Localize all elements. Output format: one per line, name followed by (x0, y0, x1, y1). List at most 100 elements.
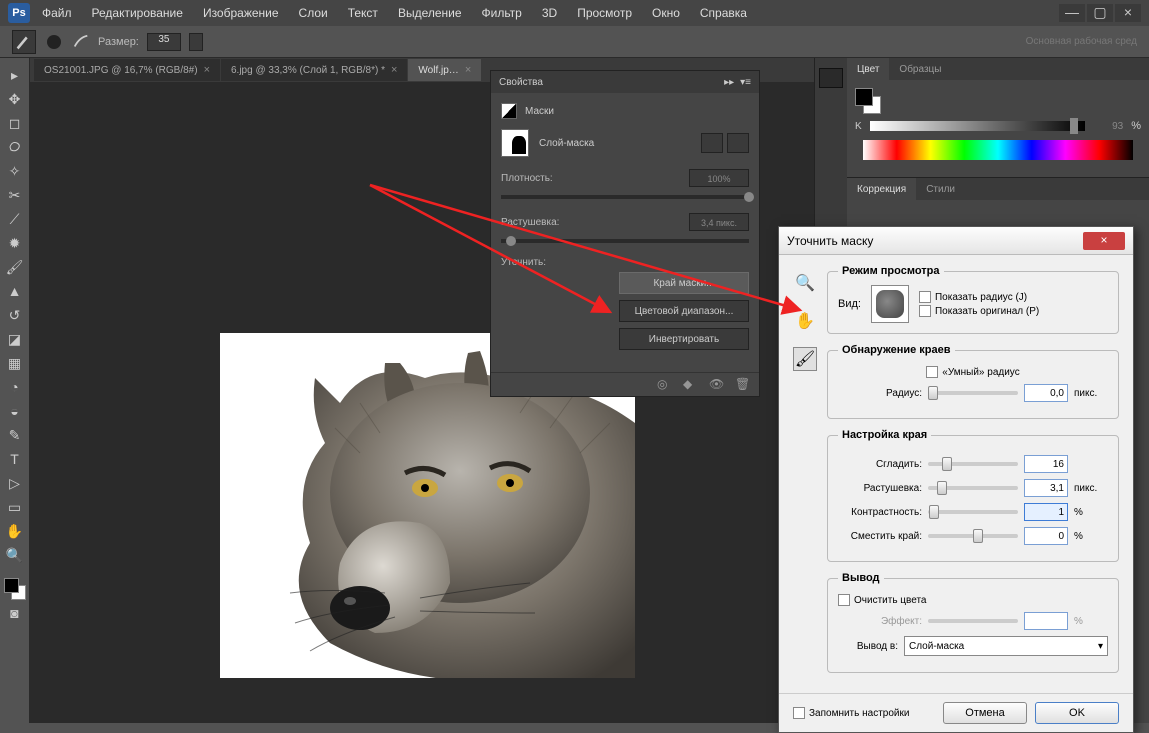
panel-menu-icon[interactable]: ▾≡ (740, 77, 751, 88)
view-thumbnail[interactable] (871, 285, 909, 323)
menu-3d[interactable]: 3D (534, 2, 565, 24)
smooth-input[interactable] (1024, 455, 1068, 473)
dock-mini-btn-1[interactable] (819, 68, 843, 88)
doc-tab-3[interactable]: Wolf.jp…× (408, 59, 481, 81)
brush-tool[interactable]: 🖌 (3, 256, 27, 278)
shape-tool[interactable]: ▭ (3, 496, 27, 518)
menu-filter[interactable]: Фильтр (474, 2, 530, 24)
radius-input[interactable] (1024, 384, 1068, 402)
stamp-tool[interactable]: ▲ (3, 280, 27, 302)
marquee-tool[interactable]: ◻ (3, 112, 27, 134)
pixel-mask-button[interactable] (701, 133, 723, 153)
refine-brush-tool[interactable]: 🖌 (793, 347, 817, 371)
brush-preview-icon[interactable] (44, 32, 64, 52)
show-radius-checkbox[interactable] (919, 291, 931, 303)
maximize-button[interactable]: ▢ (1087, 4, 1113, 22)
dodge-tool[interactable]: ◒ (3, 400, 27, 422)
contrast-slider[interactable] (928, 510, 1018, 514)
eyedropper-tool[interactable]: ⟋ (3, 208, 27, 230)
vector-mask-button[interactable] (727, 133, 749, 153)
close-button[interactable]: × (1115, 4, 1141, 22)
tool-preset-picker[interactable] (12, 30, 36, 54)
history-brush-tool[interactable]: ↺ (3, 304, 27, 326)
mask-edge-button[interactable]: Край маски... (619, 272, 749, 294)
menu-select[interactable]: Выделение (390, 2, 470, 24)
menu-help[interactable]: Справка (692, 2, 755, 24)
density-value[interactable]: 100% (689, 169, 749, 187)
select-mask-icon[interactable]: ◎ (657, 377, 673, 393)
density-slider[interactable] (501, 195, 749, 199)
menu-window[interactable]: Окно (644, 2, 688, 24)
color-swatch-pair[interactable] (855, 88, 881, 114)
mask-thumbnail[interactable] (501, 129, 529, 157)
minimize-button[interactable]: — (1059, 4, 1085, 22)
crop-tool[interactable]: ✂ (3, 184, 27, 206)
zoom-tool[interactable]: 🔍 (3, 544, 27, 566)
size-dropdown-arrow[interactable] (189, 33, 203, 51)
contrast-input[interactable] (1024, 503, 1068, 521)
menu-layers[interactable]: Слои (291, 2, 336, 24)
lasso-tool[interactable] (3, 136, 27, 158)
menu-image[interactable]: Изображение (195, 2, 287, 24)
show-original-checkbox[interactable] (919, 305, 931, 317)
decontaminate-checkbox[interactable] (838, 594, 850, 606)
gradient-tool[interactable]: ▦ (3, 352, 27, 374)
fg-color-swatch[interactable] (4, 578, 19, 593)
feather-input2[interactable] (1024, 479, 1068, 497)
color-tab[interactable]: Цвет (847, 58, 889, 80)
apply-mask-icon[interactable]: ◆ (683, 377, 699, 393)
shift-input[interactable] (1024, 527, 1068, 545)
ok-button[interactable]: OK (1035, 702, 1119, 724)
pen-tool[interactable]: ✎ (3, 424, 27, 446)
styles-tab[interactable]: Стили (916, 178, 965, 200)
magic-wand-tool[interactable]: ✧ (3, 160, 27, 182)
color-range-button[interactable]: Цветовой диапазон... (619, 300, 749, 322)
menu-view[interactable]: Просмотр (569, 2, 640, 24)
menu-file[interactable]: Файл (34, 2, 80, 24)
delete-mask-icon[interactable]: 🗑 (735, 377, 751, 393)
k-slider-thumb[interactable] (1070, 118, 1078, 134)
type-tool[interactable]: T (3, 448, 27, 470)
blur-tool[interactable]: ◔ (3, 376, 27, 398)
feather-value[interactable]: 3,4 пикс. (689, 213, 749, 231)
k-value[interactable]: 93 (1093, 121, 1123, 132)
toggle-mask-icon[interactable]: 👁 (709, 377, 725, 393)
feather-slider2[interactable] (928, 486, 1018, 490)
remember-checkbox[interactable] (793, 707, 805, 719)
spectrum-bar[interactable] (863, 140, 1133, 160)
k-slider[interactable] (870, 121, 1086, 131)
zoom-tool-dialog[interactable]: 🔍 (793, 271, 817, 295)
tab-close-icon[interactable]: × (204, 64, 210, 76)
swatches-tab[interactable]: Образцы (889, 58, 951, 80)
menu-edit[interactable]: Редактирование (84, 2, 191, 24)
eraser-tool[interactable]: ◪ (3, 328, 27, 350)
doc-tab-1[interactable]: OS21001.JPG @ 16,7% (RGB/8#)× (34, 59, 220, 81)
dialog-titlebar[interactable]: Уточнить маску × (779, 227, 1133, 255)
cancel-button[interactable]: Отмена (943, 702, 1027, 724)
healing-brush-tool[interactable]: ✹ (3, 232, 27, 254)
feather-slider[interactable] (501, 239, 749, 243)
quick-mask-icon[interactable]: ◙ (3, 602, 27, 624)
tab-close-icon[interactable]: × (391, 64, 397, 76)
correction-tab[interactable]: Коррекция (847, 178, 916, 200)
size-input[interactable]: 35 (147, 33, 181, 51)
shift-slider[interactable] (928, 534, 1018, 538)
move-tool[interactable]: ✥ (3, 88, 27, 110)
tab-close-icon[interactable]: × (465, 64, 471, 76)
menu-text[interactable]: Текст (340, 2, 386, 24)
radius-slider[interactable] (928, 391, 1018, 395)
path-select-tool[interactable]: ▷ (3, 472, 27, 494)
expand-icon[interactable]: ▸ (3, 64, 27, 86)
hand-tool-dialog[interactable]: ✋ (793, 309, 817, 333)
output-select[interactable]: Слой-маска ▾ (904, 636, 1108, 656)
fg-bg-color-swatches[interactable] (4, 578, 26, 600)
doc-tab-2[interactable]: 6.jpg @ 33,3% (Слой 1, RGB/8*) *× (221, 59, 407, 81)
smart-radius-checkbox[interactable] (926, 366, 938, 378)
brush-settings-icon[interactable] (72, 33, 90, 51)
dialog-close-button[interactable]: × (1083, 232, 1125, 250)
smooth-slider[interactable] (928, 462, 1018, 466)
panel-collapse-icon[interactable]: ▸▸ (724, 77, 734, 88)
invert-button[interactable]: Инвертировать (619, 328, 749, 350)
hand-tool[interactable]: ✋ (3, 520, 27, 542)
fg-swatch[interactable] (855, 88, 873, 106)
